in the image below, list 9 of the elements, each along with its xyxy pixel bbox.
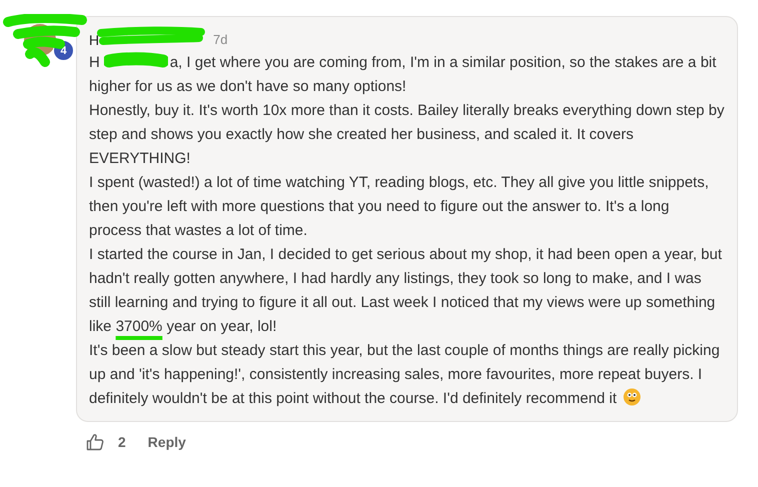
comment-paragraph: I spent (wasted!) a lot of time watching YT, reading blogs, etc. They all give you little snippets, then you're left with more questions that you need to figure out the answer to. It's a long process that wastes a lot of time.	[89, 173, 710, 241]
comment-paragraph: It's been a slow but steady start this year, but the last couple of months things are really picking up and 'it's happening!', consistently increasing sales, more favourites, more repeat buyers. I definitely wouldn't be at this point without the course. I'd definitely recommend it	[89, 341, 721, 409]
like-count: 2	[118, 434, 126, 450]
reply-button[interactable]: Reply	[148, 434, 186, 450]
comment-paragraph: Honestly, buy it. It's worth 10x more than it costs. Bailey literally breaks everything down step by step and shows you exactly how she created her business, and scaled it. It covers EVERYTHING!	[89, 101, 725, 169]
timestamp: 7d	[213, 31, 228, 49]
author-name[interactable]: H	[89, 28, 100, 52]
comment-paragraph: I started the course in Jan, I decided to get serious about my shop, it had been open a year, but hadn't really gotten anywhere, I had hardly any listings, they took so long to make, and I was still learning and trying to figure it all out. Last week I noticed that my views were up something like 3700% year on year, lol!	[89, 245, 723, 337]
comment-paragraph: H a, I get where you are coming from, I'm in a similar position, so the stakes are a bit higher for us as we don't have so many options!	[89, 51, 718, 97]
